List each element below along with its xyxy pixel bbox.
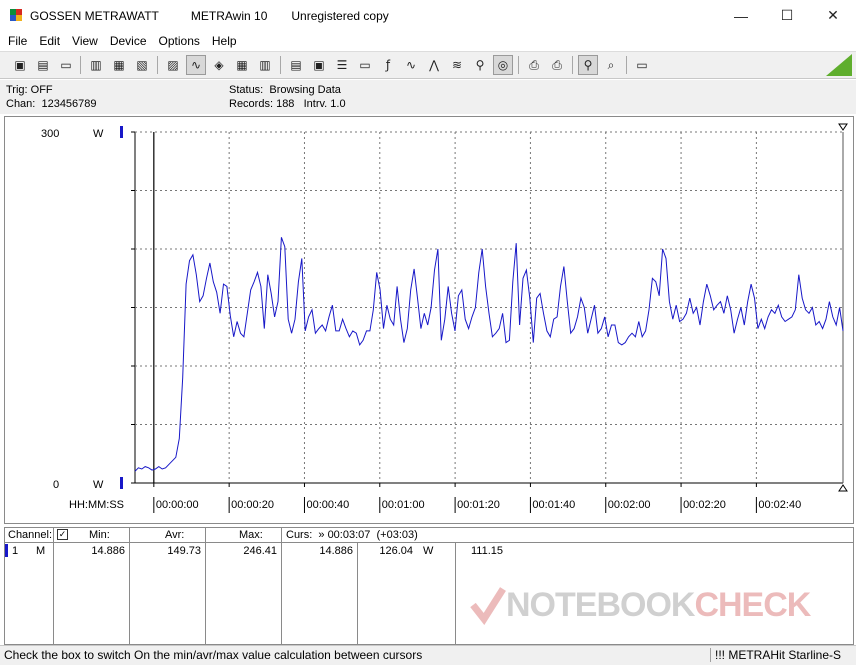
brand-triangle-icon [826,54,852,76]
menu-help[interactable]: Help [206,31,243,51]
x-tick-label: 00:02:00 [608,499,651,511]
menu-bar: File Edit View Device Options Help [0,31,856,51]
window-title-brand: GOSSEN METRAWATT [30,8,159,23]
y-bottom-unit: W [93,479,104,491]
trigger-status: Trig: OFF [6,84,53,96]
cursor-marker-top [838,123,848,131]
header-cursors: Curs: » 00:03:07 (+03:03) [286,529,418,541]
x-tick-label: 00:01:00 [382,499,425,511]
row-cursor1: 14.886 [319,545,353,557]
x-tick-label: 00:01:40 [532,499,575,511]
row-mode: M [36,545,46,557]
row-max: 246.41 [243,545,277,557]
scale-marker-top [120,126,123,138]
x-tick-label: 00:00:00 [156,499,199,511]
x-tick-label: 00:00:20 [231,499,274,511]
records-info: Records: 188 Intrv. 1.0 [229,98,346,110]
menu-device[interactable]: Device [104,31,153,51]
trend-chart[interactable]: 00:00:00 00:00:20 00:00:40 00:01:00 00:01:20… [5,117,853,523]
window-title-license: Unregistered copy [291,8,389,23]
print-setup-icon[interactable]: ▥ [255,55,275,75]
x-tick-label: 00:00:40 [306,499,349,511]
calc-checkbox[interactable]: ✓ [57,529,68,540]
wave-dense-icon[interactable]: ⋀ [424,55,444,75]
cursor-marker-bottom [838,484,848,492]
status-hint: Check the box to switch On the min/avr/m… [4,648,423,662]
cursor-icon[interactable]: ⌕ [601,55,621,75]
folder-icon[interactable]: ▭ [56,55,76,75]
computer-icon[interactable]: ☰ [332,55,352,75]
chart-panel: 00:00:00 00:00:20 00:00:40 00:01:00 00:01:20… [4,116,854,524]
table-view-icon[interactable]: ◈ [209,55,229,75]
x-tick-label: 00:01:20 [457,499,500,511]
y-top-unit: W [93,128,104,140]
wave-alt-icon[interactable]: ∿ [401,55,421,75]
device-connect-icon[interactable]: ▥ [86,55,106,75]
header-channel: Channel: [8,529,53,541]
device-send-icon[interactable]: ▧ [132,55,152,75]
row-cursor2: 126.04 [379,545,413,557]
wave-multi-icon[interactable]: ≋ [447,55,467,75]
row-diff: 111.15 [471,545,504,557]
menu-edit[interactable]: Edit [33,31,66,51]
list-icon[interactable]: ▣ [309,55,329,75]
status-bar: Check the box to switch On the min/avr/m… [0,645,856,665]
wave-icon[interactable]: ƒ [378,55,398,75]
comment-icon[interactable]: ▭ [632,55,652,75]
row-channel: 1 [12,545,19,557]
scale-marker-bottom [120,477,123,489]
header-avr: Avr: [165,529,185,541]
status-device: !!! METRAHit Starline-S [710,648,856,662]
open-file-icon[interactable]: ▣ [10,55,30,75]
browse-status: Status: Browsing Data [229,84,341,96]
menu-options[interactable]: Options [153,31,206,51]
save-icon[interactable]: ▤ [33,55,53,75]
menu-file[interactable]: File [0,31,33,51]
channel-list: Chan: 123456789 [6,98,97,110]
watermark-text: NOTEBOOKCHECK [506,585,811,624]
scope-view-icon[interactable]: ▨ [163,55,183,75]
x-tick-label: 00:02:20 [683,499,726,511]
menu-view[interactable]: View [66,31,104,51]
title-bar: GOSSEN METRAWATT METRAwin 10 Unregistere… [0,0,856,31]
close-button[interactable]: ✕ [810,0,856,31]
printer-icon[interactable]: ⎙ [524,55,544,75]
x-axis-label: HH:MM:SS [69,499,124,511]
info-bar: Trig: OFF Chan: 123456789 Status: Browsi… [0,80,856,114]
bar-view-icon[interactable]: ▦ [232,55,252,75]
header-max: Max: [239,529,263,541]
y-bottom-label: 0 [53,479,59,491]
search-icon[interactable]: ⚲ [470,55,490,75]
power-series-line [134,237,844,472]
row-unit: W [423,545,434,557]
row-min: 14.886 [91,545,125,557]
maximize-button[interactable]: ☐ [764,0,810,31]
zoom-icon[interactable]: ⚲ [578,55,598,75]
window-title-app: METRAwin 10 [190,8,268,23]
printer-alt-icon[interactable]: ⎙ [547,55,567,75]
notebookcheck-watermark: NOTEBOOKCHECK [470,575,850,635]
target-icon[interactable]: ◎ [493,55,513,75]
minimize-button[interactable]: — [718,0,764,31]
row-avr: 149.73 [167,545,201,557]
function-icon[interactable]: ▭ [355,55,375,75]
device-icon[interactable]: ▦ [109,55,129,75]
checkmark-logo-icon [470,587,506,625]
x-tick-label: 00:02:40 [758,499,801,511]
trend-view-icon[interactable]: ∿ [186,55,206,75]
toolbar: ▣ ▤ ▭ ▥ ▦ ▧ ▨ ∿ ◈ ▦ ▥ ▤ ▣ ☰ ▭ ƒ ∿ ⋀ ≋ ⚲ … [0,51,856,79]
y-top-label: 300 [41,128,59,140]
app-logo-icon [8,8,24,24]
print-list-icon[interactable]: ▤ [286,55,306,75]
header-min: Min: [89,529,110,541]
